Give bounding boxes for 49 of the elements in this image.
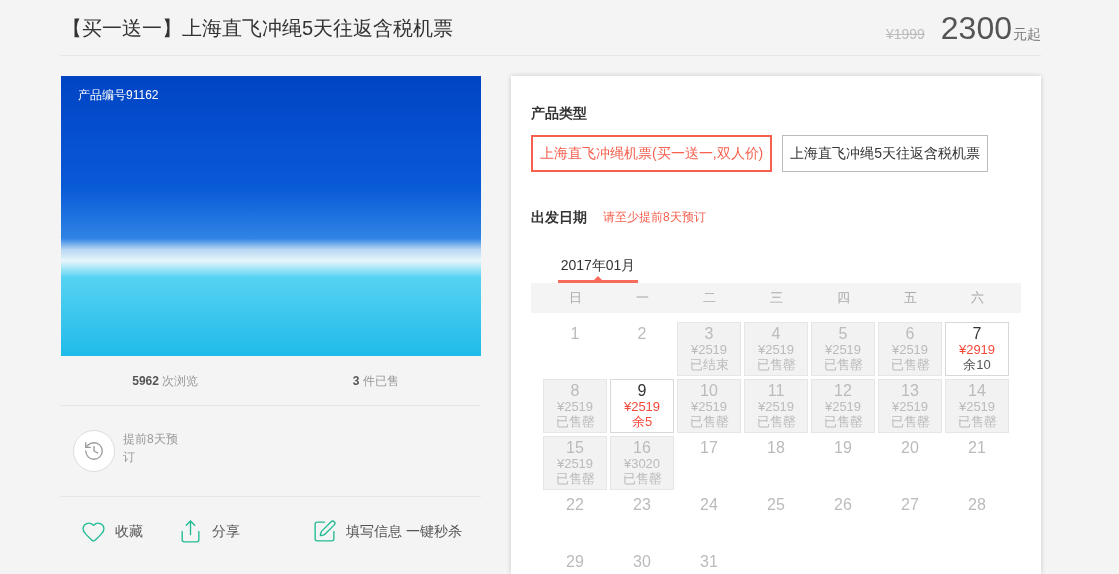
day-number: 24 <box>700 496 718 514</box>
share-icon <box>178 518 203 544</box>
action-button[interactable]: 填写信息 一键秒杀 <box>312 518 462 544</box>
day-price: ¥2519 <box>623 400 661 414</box>
product-code-label: 产品编号91162 <box>78 87 159 103</box>
booking-hint: 请至少提前8天预订 <box>603 209 706 226</box>
day-number: 27 <box>901 496 919 514</box>
day-number: 23 <box>633 496 651 514</box>
stat-text: 3 件已售 <box>352 372 399 390</box>
weekday-label: 二 <box>701 289 717 308</box>
weekday-label: 五 <box>902 289 918 308</box>
day-number: 2 <box>637 325 647 343</box>
day-number: 30 <box>633 553 651 571</box>
product-type-option[interactable]: 上海直飞冲绳5天往返含税机票 <box>782 135 988 172</box>
day-number: 9 <box>637 382 647 400</box>
day-number: 7 <box>972 325 982 343</box>
edit-icon <box>312 518 337 544</box>
price: 2300 <box>940 9 1012 46</box>
weekday-label: 三 <box>768 289 784 308</box>
weekday-label: 四 <box>835 289 851 308</box>
original-price: ¥1999 <box>885 24 925 44</box>
day-number: 26 <box>834 496 852 514</box>
action-button[interactable]: 收藏 <box>81 518 143 544</box>
day-number: 25 <box>767 496 785 514</box>
booking-note: 提前8天预订 <box>123 431 179 466</box>
day-status: 余5 <box>631 414 653 429</box>
day-price: ¥2919 <box>958 343 996 357</box>
action-button[interactable]: 分享 <box>178 518 240 544</box>
day-number: 18 <box>767 439 785 457</box>
day-number: 17 <box>700 439 718 457</box>
history-clock-icon <box>73 430 115 472</box>
day-status: 余10 <box>963 357 991 372</box>
day-number: 20 <box>901 439 919 457</box>
day-number: 19 <box>834 439 852 457</box>
day-number: 21 <box>968 439 986 457</box>
section-label: 产品类型 <box>531 104 587 123</box>
day-number: 29 <box>566 553 584 571</box>
day-number: 28 <box>968 496 986 514</box>
weekday-label: 六 <box>969 289 985 308</box>
day-number: 1 <box>570 325 580 343</box>
weekday-label: 日 <box>567 289 583 308</box>
page-title: 【买一送一】上海直飞冲绳5天往返含税机票 <box>62 15 454 41</box>
calendar-day-cell[interactable]: 7 ¥2919 余10 <box>945 322 1009 376</box>
day-number: 22 <box>566 496 584 514</box>
day-number: 31 <box>700 553 718 571</box>
section-label: 出发日期 <box>531 208 587 227</box>
stat-text: 5962 次浏览 <box>132 372 199 390</box>
price-suffix: 元起 <box>1013 24 1041 44</box>
calendar-day-cell[interactable]: 9 ¥2519 余5 <box>610 379 674 433</box>
